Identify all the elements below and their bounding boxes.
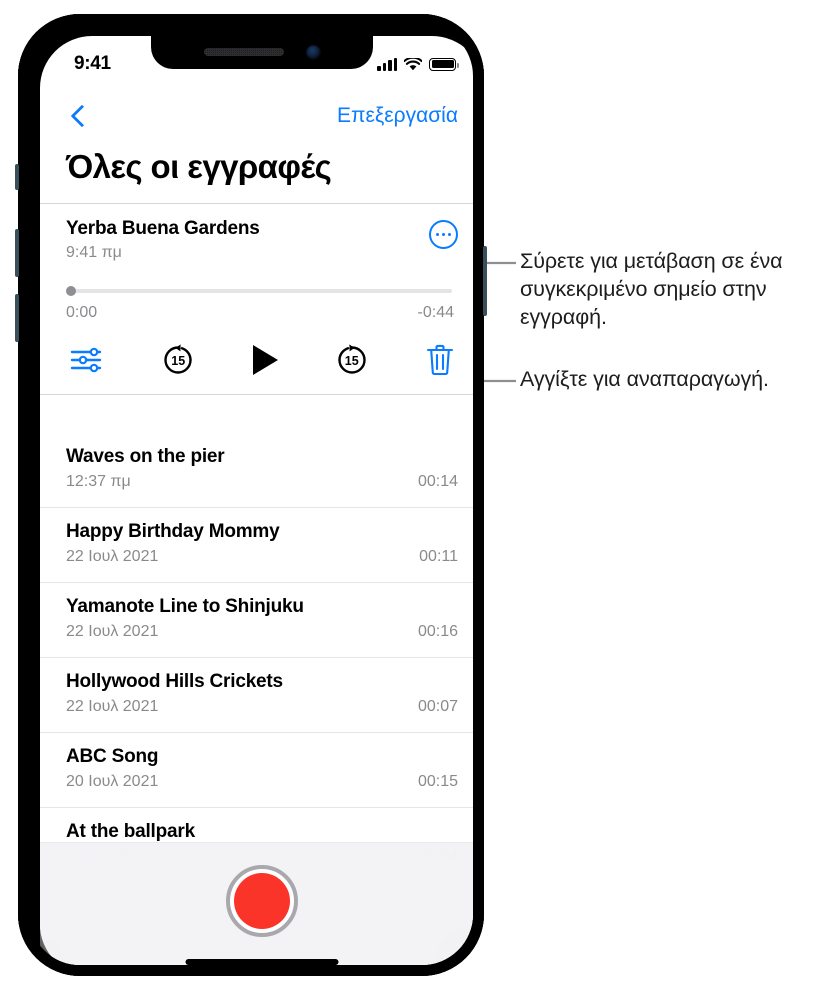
recording-date: 22 Ιουλ 2021 xyxy=(66,623,159,640)
nav-bar: Επεξεργασία xyxy=(40,94,473,138)
recording-title: ABC Song xyxy=(66,746,159,767)
elapsed-time: 0:00 xyxy=(66,304,98,321)
table-row[interactable]: Happy Birthday Mommy 22 Ιουλ 2021 00:11 xyxy=(40,508,473,583)
recording-duration: 00:15 xyxy=(417,773,458,790)
recording-duration: 00:14 xyxy=(417,473,458,490)
callout-play-hint: Αγγίξτε για αναπαραγωγή. xyxy=(520,367,769,391)
recording-meta: 22 Ιουλ 2021 00:07 xyxy=(66,698,458,716)
time-row: 0:00 -0:44 xyxy=(66,304,458,322)
ellipsis-dot xyxy=(435,232,440,237)
mute-switch[interactable] xyxy=(15,164,19,190)
status-indicators xyxy=(377,57,459,71)
page-title: Όλες οι εγγραφές xyxy=(66,148,332,185)
home-indicator[interactable] xyxy=(185,959,339,965)
recording-title: Hollywood Hills Crickets xyxy=(66,671,283,692)
recording-date: 20 Ιουλ 2021 xyxy=(66,773,159,790)
table-row[interactable]: Yamanote Line to Shinjuku 22 Ιουλ 2021 0… xyxy=(40,583,473,658)
table-row[interactable]: Waves on the pier 12:37 πμ 00:14 xyxy=(40,433,473,508)
delete-recording-button[interactable] xyxy=(426,344,454,376)
skip-forward-15-button[interactable]: 15 xyxy=(334,342,370,378)
signal-bars-icon xyxy=(377,57,397,71)
recording-date: 12:37 πμ xyxy=(66,473,131,490)
player-text-block: Yerba Buena Gardens 9:41 πμ xyxy=(66,218,260,262)
record-button-icon xyxy=(234,873,290,929)
status-time: 9:41 xyxy=(74,53,111,74)
recording-date: 22 Ιουλ 2021 xyxy=(66,548,159,565)
phone-bezel: 9:41 Επεξεργασία Όλες οι εγγραφές Yerba … xyxy=(18,14,484,976)
play-button[interactable] xyxy=(252,345,278,375)
battery-icon xyxy=(429,57,459,71)
player-header: Yerba Buena Gardens 9:41 πμ xyxy=(66,218,458,262)
player-title: Yerba Buena Gardens xyxy=(66,218,260,239)
power-button[interactable] xyxy=(483,246,487,316)
audio-sliders-icon xyxy=(70,347,102,373)
battery-fill xyxy=(431,60,454,68)
recording-duration: 00:07 xyxy=(417,698,458,715)
recording-meta: 22 Ιουλ 2021 00:11 xyxy=(66,548,458,566)
player-card: Yerba Buena Gardens 9:41 πμ 0:00 -0:44 1… xyxy=(40,203,473,395)
trash-icon xyxy=(426,344,454,376)
callout-scrub-hint: Σύρετε για μετάβαση σε ένα συγκεκριμένο … xyxy=(520,249,783,329)
recording-meta: 12:37 πμ 00:14 xyxy=(66,473,458,491)
recording-meta: 20 Ιουλ 2021 00:15 xyxy=(66,773,458,791)
transport-controls: 15 15 xyxy=(66,342,458,382)
recording-title: Happy Birthday Mommy xyxy=(66,521,280,542)
phone-screen: 9:41 Επεξεργασία Όλες οι εγγραφές Yerba … xyxy=(40,36,473,965)
more-options-button[interactable] xyxy=(429,220,458,249)
recording-title: At the ballpark xyxy=(66,821,195,842)
recording-duration: 00:16 xyxy=(417,623,458,640)
recording-date: 22 Ιουλ 2021 xyxy=(66,698,159,715)
ellipsis-dot xyxy=(447,232,452,237)
volume-down-button[interactable] xyxy=(15,294,19,342)
table-row[interactable]: ABC Song 20 Ιουλ 2021 00:15 xyxy=(40,733,473,808)
recording-title: Yamanote Line to Shinjuku xyxy=(66,596,304,617)
recording-duration: 00:11 xyxy=(419,548,458,565)
record-button[interactable] xyxy=(226,865,298,937)
recording-meta: 22 Ιουλ 2021 00:16 xyxy=(66,623,458,641)
recording-title: Waves on the pier xyxy=(66,446,225,467)
back-button[interactable] xyxy=(66,104,90,128)
playback-scrubber[interactable] xyxy=(66,284,458,298)
ellipsis-dot xyxy=(441,232,446,237)
volume-up-button[interactable] xyxy=(15,229,19,277)
wifi-icon xyxy=(404,57,422,70)
enhance-recording-button[interactable] xyxy=(70,345,104,375)
notch xyxy=(151,36,373,69)
speaker-grille-icon xyxy=(203,48,284,56)
edit-button[interactable]: Επεξεργασία xyxy=(337,104,458,128)
skip-back-15-button[interactable]: 15 xyxy=(160,342,196,378)
phone-frame: 9:41 Επεξεργασία Όλες οι εγγραφές Yerba … xyxy=(15,14,487,976)
skip-back-label: 15 xyxy=(171,354,186,368)
player-subtitle: 9:41 πμ xyxy=(66,244,122,261)
scrubber-thumb[interactable] xyxy=(66,286,76,296)
skip-forward-label: 15 xyxy=(344,354,359,368)
scrubber-track[interactable] xyxy=(68,289,452,293)
record-bar xyxy=(40,842,473,965)
front-camera-icon xyxy=(305,44,321,60)
remaining-time: -0:44 xyxy=(417,304,454,321)
table-row[interactable]: Hollywood Hills Crickets 22 Ιουλ 2021 00… xyxy=(40,658,473,733)
